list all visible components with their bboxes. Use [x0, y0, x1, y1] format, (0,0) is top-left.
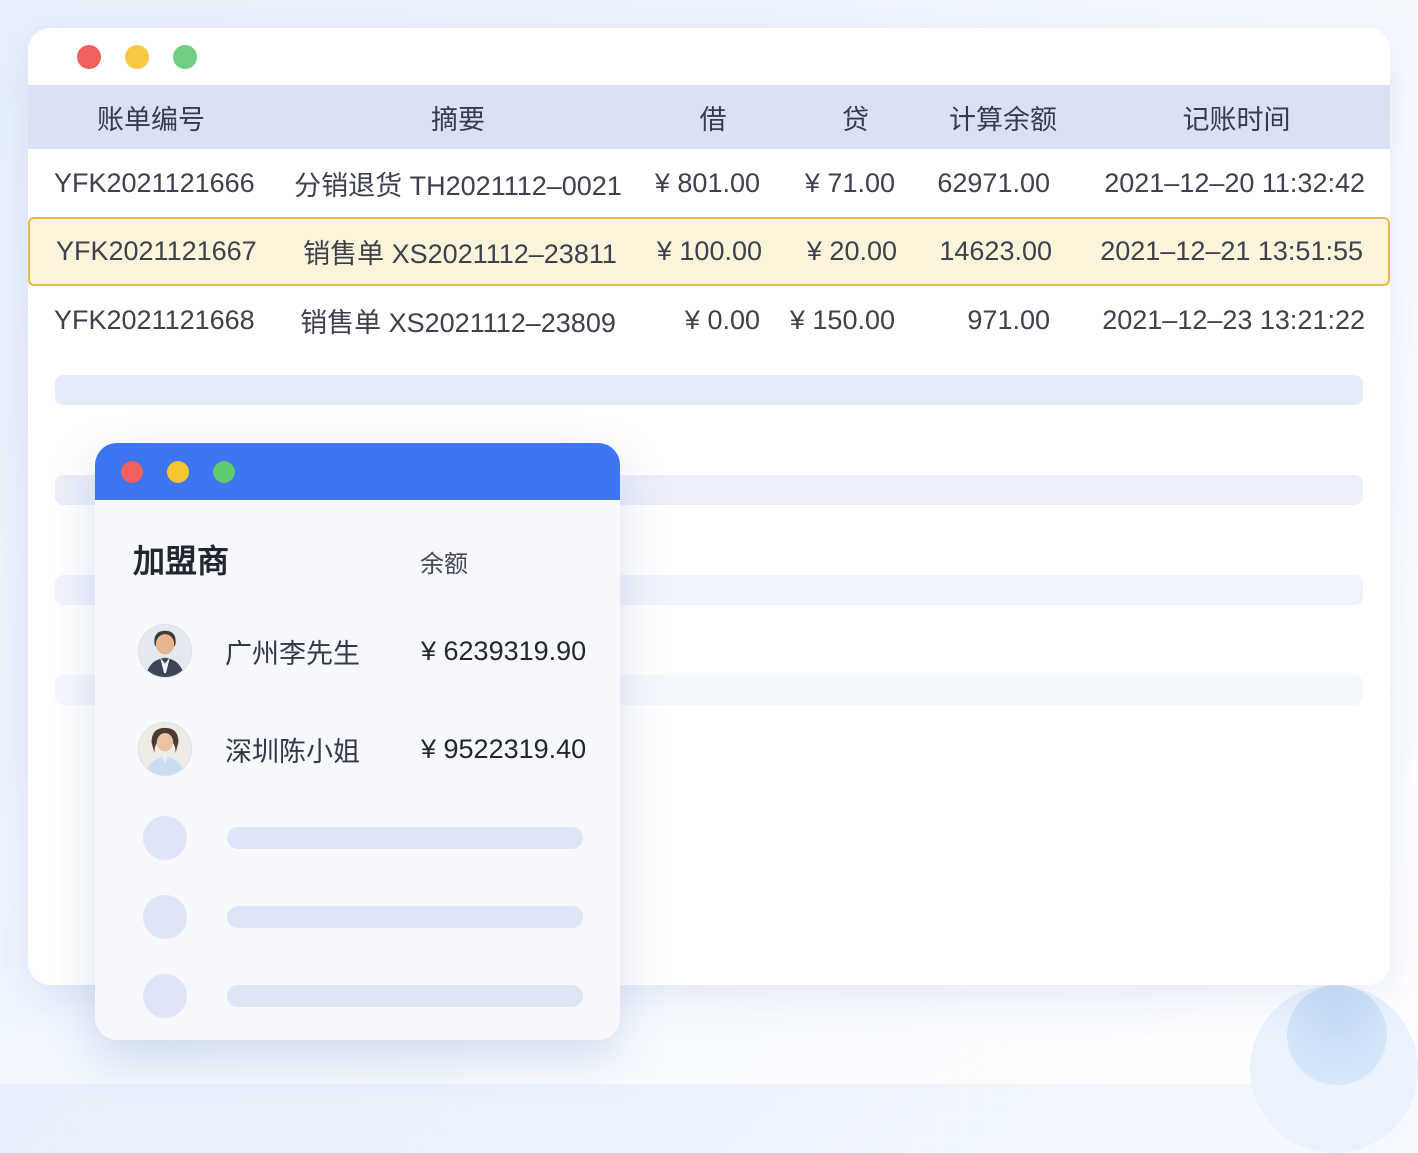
cell-time: 2021–12–20 11:32:42: [1083, 168, 1390, 199]
table-row-selected[interactable]: YFK2021121667 销售单 XS2021112–23811 ¥ 100.…: [28, 217, 1390, 286]
member-name: 广州李先生: [225, 632, 421, 671]
member-balance: ¥ 9522319.40: [421, 734, 586, 765]
balance-column-label: 余额: [420, 544, 468, 579]
cell-debit: ¥ 801.00: [638, 168, 788, 199]
member-row[interactable]: 深圳陈小姐 ¥ 9522319.40: [95, 700, 620, 798]
column-header-bill-no: 账单编号: [28, 98, 278, 137]
cell-bill-no: YFK2021121667: [30, 236, 280, 267]
placeholder-member-row: [95, 877, 620, 956]
main-window-titlebar: [28, 28, 1390, 85]
column-header-summary: 摘要: [278, 98, 638, 137]
maximize-button[interactable]: [173, 45, 197, 69]
popup-titlebar: [95, 443, 620, 500]
placeholder-text-bar: [227, 985, 583, 1007]
minimize-button[interactable]: [125, 45, 149, 69]
placeholder-avatar: [143, 974, 187, 1018]
cell-debit: ¥ 0.00: [638, 305, 788, 336]
column-header-time: 记账时间: [1083, 98, 1390, 137]
popup-close-button[interactable]: [121, 461, 143, 483]
avatar-photo-male: [138, 624, 192, 678]
column-header-debit: 借: [638, 98, 788, 137]
cell-bill-no: YFK2021121666: [28, 168, 278, 199]
placeholder-member-row: [95, 956, 620, 1035]
member-balance: ¥ 6239319.90: [421, 636, 586, 667]
franchisee-popup-window: 加盟商 余额 广州李先生 ¥ 6239319.90: [95, 443, 620, 1040]
placeholder-member-row: [95, 798, 620, 877]
decorative-circle-inner: [1287, 985, 1387, 1085]
popup-minimize-button[interactable]: [167, 461, 189, 483]
column-header-credit: 贷: [788, 98, 923, 137]
placeholder-text-bar: [227, 827, 583, 849]
cell-summary: 销售单 XS2021112–23811: [280, 232, 640, 271]
cell-debit: ¥ 100.00: [640, 236, 790, 267]
cell-balance: 62971.00: [923, 168, 1083, 199]
cell-time: 2021–12–21 13:51:55: [1085, 236, 1388, 267]
placeholder-avatar: [143, 895, 187, 939]
cell-bill-no: YFK2021121668: [28, 305, 278, 336]
table-row[interactable]: YFK2021121666 分销退货 TH2021112–0021 ¥ 801.…: [28, 149, 1390, 217]
close-button[interactable]: [77, 45, 101, 69]
cell-credit: ¥ 20.00: [790, 236, 925, 267]
table-row[interactable]: YFK2021121668 销售单 XS2021112–23809 ¥ 0.00…: [28, 286, 1390, 354]
cell-time: 2021–12–23 13:21:22: [1083, 305, 1390, 336]
popup-header: 加盟商 余额: [95, 536, 620, 582]
placeholder-row-bar: [55, 375, 1363, 405]
franchisee-column-label: 加盟商: [133, 536, 420, 582]
popup-maximize-button[interactable]: [213, 461, 235, 483]
member-name: 深圳陈小姐: [225, 730, 421, 769]
cell-balance: 14623.00: [925, 236, 1085, 267]
placeholder-avatar: [143, 816, 187, 860]
member-list: 广州李先生 ¥ 6239319.90 深圳陈小姐 ¥ 9522319.40: [95, 602, 620, 798]
table-header-row: 账单编号 摘要 借 贷 计算余额 记账时间: [28, 85, 1390, 149]
avatar-photo-female: [138, 722, 192, 776]
member-row[interactable]: 广州李先生 ¥ 6239319.90: [95, 602, 620, 700]
column-header-balance: 计算余额: [923, 98, 1083, 137]
cell-summary: 分销退货 TH2021112–0021: [278, 164, 638, 203]
cell-credit: ¥ 150.00: [788, 305, 923, 336]
placeholder-text-bar: [227, 906, 583, 928]
cell-balance: 971.00: [923, 305, 1083, 336]
cell-credit: ¥ 71.00: [788, 168, 923, 199]
cell-summary: 销售单 XS2021112–23809: [278, 301, 638, 340]
